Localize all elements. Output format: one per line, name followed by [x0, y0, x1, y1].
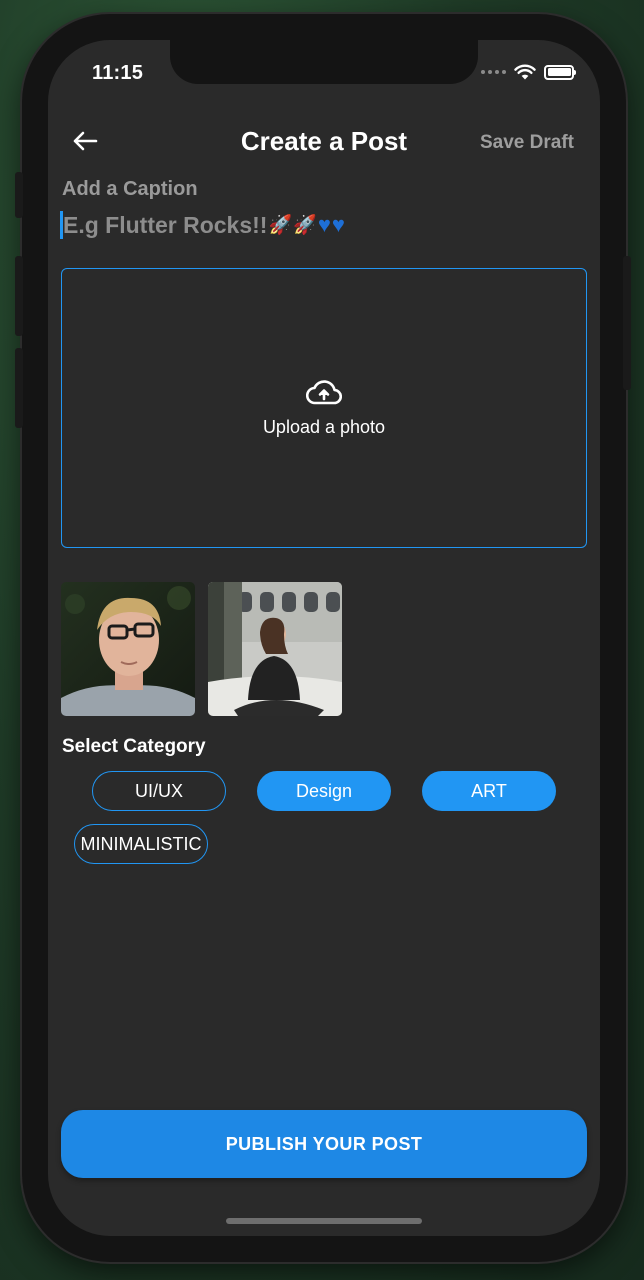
notch — [170, 40, 478, 84]
select-category-label: Select Category — [62, 736, 206, 757]
category-chip-uiux[interactable]: UI/UX — [92, 771, 226, 811]
photo-thumbnails — [61, 582, 342, 716]
thumbnail-man-glasses[interactable] — [61, 582, 195, 716]
caption-label: Add a Caption — [62, 178, 198, 200]
wifi-icon — [514, 64, 536, 80]
upload-label: Upload a photo — [262, 416, 386, 437]
phone-volume-up — [15, 256, 23, 336]
rocket-emoji-icon: 🚀 — [293, 215, 317, 236]
upload-photo-area[interactable]: Upload a photo — [61, 268, 587, 548]
phone-volume-down — [15, 348, 23, 428]
thumbnail-woman-sitting[interactable] — [208, 582, 342, 716]
category-chip-design[interactable]: Design — [257, 771, 391, 811]
blue-heart-emoji-icon: ♥ — [317, 212, 331, 237]
signal-dots-icon — [481, 70, 506, 74]
status-time: 11:15 — [92, 62, 144, 84]
blue-heart-emoji-icon: ♥ — [331, 212, 345, 237]
category-chip-minimalistic[interactable]: MINIMALISTIC — [74, 824, 208, 864]
status-icons — [481, 64, 576, 80]
phone-power-button — [623, 256, 631, 390]
publish-post-button[interactable]: PUBLISH YOUR POST — [61, 1110, 587, 1178]
cloud-upload-icon — [306, 379, 342, 404]
rocket-emoji-icon: 🚀 — [268, 215, 293, 236]
battery-icon — [544, 64, 576, 80]
app-screen: 11:15 Create a Post Save Draft Add a Cap… — [48, 40, 600, 1236]
phone-mute-switch — [15, 172, 23, 218]
home-indicator — [226, 1218, 422, 1224]
save-draft-button[interactable]: Save Draft — [480, 132, 574, 154]
caption-input[interactable]: E.g Flutter Rocks!! 🚀 🚀 ♥ ♥ — [60, 208, 580, 242]
category-chip-art[interactable]: ART — [422, 771, 556, 811]
app-bar: Create a Post Save Draft — [48, 118, 600, 164]
caption-placeholder: E.g Flutter Rocks!! — [63, 211, 268, 238]
